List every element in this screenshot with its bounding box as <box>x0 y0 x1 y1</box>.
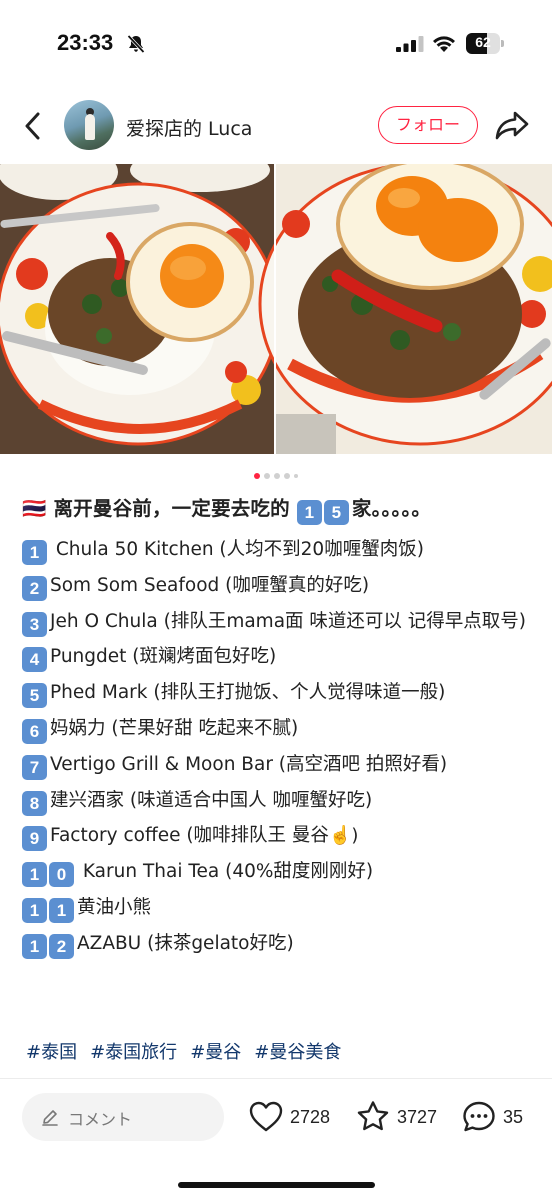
post-content: 🇹🇭 离开曼谷前，一定要去吃的 1 5 家。。。。。 1 Chula 50 Kitc… <box>22 492 534 962</box>
chevron-left-icon[interactable] <box>18 108 50 144</box>
comment-bubble-icon <box>463 1101 495 1132</box>
keycap-number-icon: 3 <box>22 611 47 637</box>
comment-count: 35 <box>503 1107 524 1127</box>
avatar[interactable] <box>64 100 114 150</box>
keycap-number-icon: 5 <box>22 683 47 709</box>
list-item-text: 建兴酒家 (味道适合中国人 咖喱蟹好吃) <box>50 789 373 811</box>
like-count: 2728 <box>290 1107 331 1127</box>
share-icon[interactable] <box>494 108 530 142</box>
keycap-number-icon: 7 <box>22 754 47 780</box>
carousel-dots <box>0 465 552 479</box>
battery-percent: 62 <box>475 34 491 50</box>
keycap-number-icon: 0 <box>49 862 74 888</box>
keycap-number-icon: 1 <box>22 933 47 959</box>
carousel-dot <box>274 472 280 479</box>
list-item-text: 黄油小熊 <box>77 896 152 918</box>
heart-icon <box>249 1101 283 1132</box>
author-name[interactable]: 爱探店的 Luca <box>126 114 252 141</box>
keycap-number-icon: 1 <box>22 540 47 565</box>
keycap-number-icon: 1 <box>22 897 47 923</box>
bottom-action-bar: コメント 2728 3727 35 <box>0 1079 552 1200</box>
post-title: 🇹🇭 离开曼谷前，一定要去吃的 1 5 家。。。。。 <box>22 492 534 526</box>
carousel-dot <box>284 472 290 479</box>
list-item-text: Vertigo Grill & Moon Bar (高空酒吧 拍照好看) <box>50 753 448 775</box>
comment-placeholder: コメント <box>68 1110 133 1129</box>
keycap-number-icon: 2 <box>49 933 74 959</box>
title-text-2: 家。。。。。 <box>351 497 432 520</box>
list-item: 9 Factory coffee (咖啡排队王 曼谷☝️) <box>22 818 534 854</box>
status-time: 23:33 <box>57 30 114 55</box>
post-header: 爱探店的 Luca フォロー <box>0 90 552 162</box>
keycap-number-icon: 4 <box>22 647 47 673</box>
keycap-number-icon: 1 <box>22 862 47 888</box>
hashtag-list: #泰国 #泰国旅行 #曼谷 #曼谷美食 <box>26 1038 526 1068</box>
title-text-1: 离开曼谷前，一定要去吃的 <box>53 497 290 520</box>
list-item-text: Pungdet (斑斓烤面包好吃) <box>50 646 277 668</box>
list-item-text: AZABU (抹茶gelato好吃) <box>77 932 294 954</box>
collect-count: 3727 <box>397 1107 438 1127</box>
hashtag-link[interactable]: #泰国旅行 <box>90 1038 177 1064</box>
star-icon <box>357 1101 389 1131</box>
pencil-icon <box>42 1110 58 1126</box>
food-photo <box>0 164 552 454</box>
list-item: 1 1 黄油小熊 <box>22 890 534 926</box>
home-indicator[interactable] <box>178 1182 375 1188</box>
comment-button[interactable]: 35 <box>461 1099 533 1135</box>
image-carousel[interactable] <box>0 164 552 454</box>
list-item: 2 Som Som Seafood (咖喱蟹真的好吃) <box>22 568 534 604</box>
keycap-5-icon: 5 <box>323 500 349 525</box>
keycap-1-icon: 1 <box>296 500 322 525</box>
hashtag-link[interactable]: #泰国 <box>26 1038 77 1064</box>
restaurant-list: 1 Chula 50 Kitchen (人均不到20咖喱蟹肉饭) 2 Som Som… <box>22 532 534 962</box>
hashtag-link[interactable]: #曼谷美食 <box>254 1038 341 1064</box>
keycap-number-icon: 1 <box>49 897 74 923</box>
list-item: 1 Chula 50 Kitchen (人均不到20咖喱蟹肉饭) <box>22 532 534 568</box>
status-bar: 23:33 62 <box>0 0 552 90</box>
list-item: 3 Jeh O Chula (排队王mama面 味道还可以 记得早点取号) <box>22 604 534 640</box>
list-item-text: Karun Thai Tea (40%甜度刚刚好) <box>77 861 374 883</box>
keycap-number-icon: 2 <box>22 575 47 601</box>
list-item-text: Som Som Seafood (咖喱蟹真的好吃) <box>50 574 370 596</box>
wifi-icon <box>433 36 455 52</box>
list-item-text: Chula 50 Kitchen (人均不到20咖喱蟹肉饭) <box>50 539 424 560</box>
thailand-flag-icon: 🇹🇭 <box>22 497 47 520</box>
carousel-dot <box>264 472 270 479</box>
list-item: 1 2 AZABU (抹茶gelato好吃) <box>22 926 534 962</box>
collect-button[interactable]: 3727 <box>355 1099 447 1135</box>
follow-button[interactable]: フォロー <box>378 106 478 144</box>
bell-slash-icon <box>127 34 145 54</box>
carousel-dot <box>294 473 298 478</box>
pointing-up-icon: ☝️) <box>328 825 359 847</box>
list-item: 7 Vertigo Grill & Moon Bar (高空酒吧 拍照好看) <box>22 747 534 783</box>
list-item-text: Jeh O Chula (排队王mama面 味道还可以 记得早点取号) <box>50 610 527 632</box>
list-item: 6 妈娲力 (芒果好甜 吃起来不腻) <box>22 711 534 747</box>
keycap-number-icon: 9 <box>22 826 47 852</box>
carousel-dot <box>254 472 260 479</box>
keycap-number-icon: 6 <box>22 718 47 744</box>
hashtag-link[interactable]: #曼谷 <box>190 1038 241 1064</box>
cellular-signal-icon <box>396 36 424 52</box>
comment-input[interactable]: コメント <box>22 1093 224 1141</box>
keycap-number-icon: 8 <box>22 790 47 816</box>
list-item: 5 Phed Mark (排队王打抛饭、个人觉得味道一般) <box>22 675 534 711</box>
list-item: 4 Pungdet (斑斓烤面包好吃) <box>22 639 534 675</box>
list-item-text: 妈娲力 (芒果好甜 吃起来不腻) <box>50 717 299 739</box>
list-item: 10 Karun Thai Tea (40%甜度刚刚好) <box>22 854 534 890</box>
list-item-text: Factory coffee (咖啡排队王 曼谷 <box>50 825 329 847</box>
like-button[interactable]: 2728 <box>248 1099 340 1135</box>
list-item-text: Phed Mark (排队王打抛饭、个人觉得味道一般) <box>50 682 446 704</box>
battery-icon: 62 <box>466 33 504 54</box>
list-item: 8 建兴酒家 (味道适合中国人 咖喱蟹好吃) <box>22 783 534 819</box>
